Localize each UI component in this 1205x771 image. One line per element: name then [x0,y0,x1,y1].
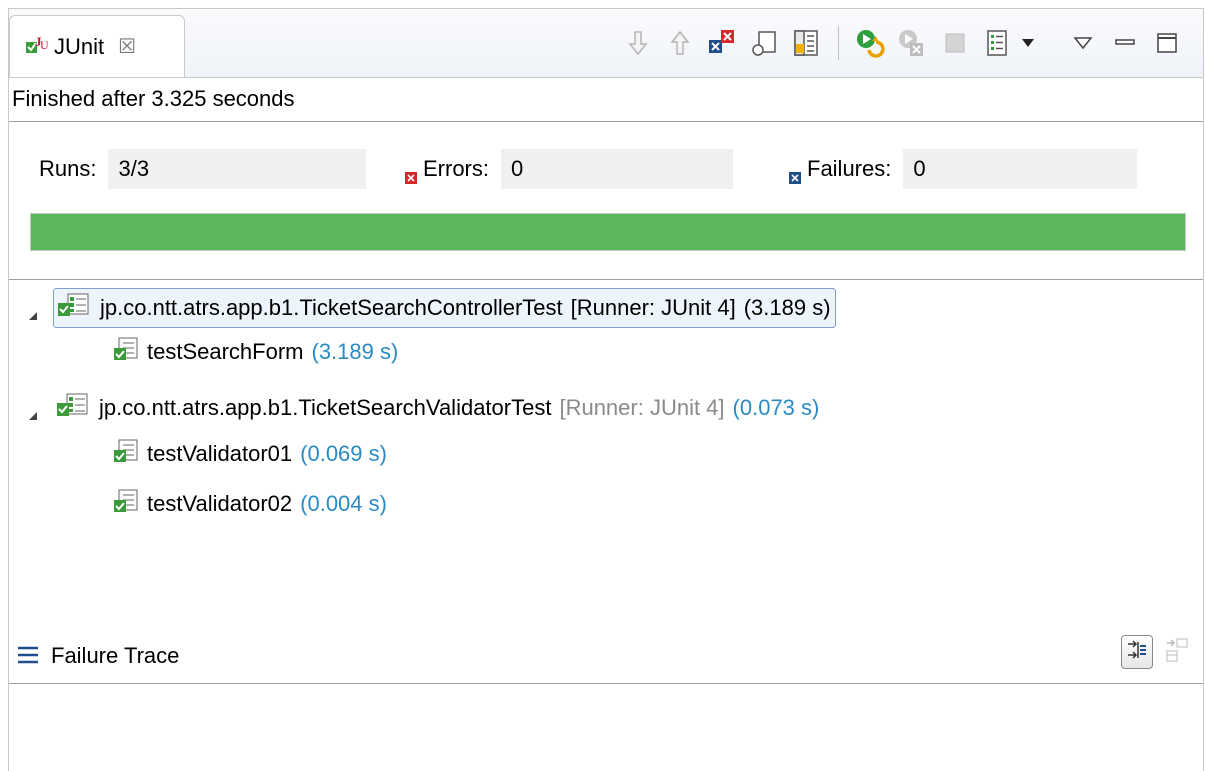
test-name: testSearchForm [147,339,304,364]
view-tab-bar: J U JUnit ☒ [9,9,1203,78]
test-passed-icon [113,438,139,470]
test-run-history-button[interactable] [979,25,1015,61]
suite-runner: [Runner: JUnit 4] [570,295,736,320]
stop-icon [943,31,967,55]
failure-trace-label: Failure Trace [51,643,180,668]
layout-icon [791,28,821,58]
toolbar-separator [838,26,839,60]
tab-junit[interactable]: J U JUnit ☒ [9,15,185,77]
suite-runner: [Runner: JUnit 4] [559,395,725,420]
arrow-down-icon [627,30,649,56]
compare-result-button[interactable] [1161,635,1193,669]
selected-suite-node[interactable]: jp.co.ntt.atrs.app.b1.TicketSearchContro… [53,288,836,328]
junit-view: J U JUnit ☒ Finished after 3.325 seconds… [8,8,1204,771]
failures-label: Failures: [807,156,892,181]
failure-icon [789,164,801,184]
test-name: testValidator02 [147,491,293,516]
minimize-icon [1114,37,1136,49]
expanded-twisty-icon[interactable] [27,402,39,420]
test-suite-icon [56,292,92,324]
divider [9,279,1203,280]
tab-title: JUnit [54,33,105,59]
arrow-up-icon [669,30,691,56]
test-name: testValidator01 [147,441,293,466]
suite-name: jp.co.ntt.atrs.app.b1.TicketSearchValida… [99,395,552,420]
tree-row-test[interactable]: testSearchForm (3.189 s) [113,331,398,373]
tree-row-test[interactable]: testValidator02 (0.004 s) [113,483,387,525]
stop-run-button[interactable] [937,25,973,61]
test-passed-icon [113,488,139,520]
test-counters: Runs: 3/3 Errors: 0 Failures: 0 [9,121,1203,201]
rerun-test-button[interactable] [853,25,889,61]
test-time: (0.004 s) [300,491,387,516]
history-dropdown[interactable] [1017,25,1039,61]
test-suite-icon [55,392,91,424]
rerun-failures-icon [897,28,929,58]
runs-counter: Runs: 3/3 [39,149,367,189]
tree-row-suite[interactable]: jp.co.ntt.atrs.app.b1.TicketSearchContro… [27,287,836,329]
rerun-icon [855,28,887,58]
maximize-icon [1156,32,1178,54]
errors-value: 0 [501,149,733,189]
status-message: Finished after 3.325 seconds [9,77,1203,122]
failure-trace-header: Failure Trace [9,629,1203,684]
view-menu-icon [1073,36,1093,50]
errors-counter: Errors: 0 [405,149,733,189]
scroll-lock-button[interactable] [746,25,782,61]
test-passed-icon [113,336,139,368]
failures-value: 0 [903,149,1138,189]
compare-icon [1165,637,1189,668]
dropdown-arrow-icon [1021,38,1035,48]
test-time: (0.069 s) [300,441,387,466]
runs-value: 3/3 [108,149,367,189]
runs-label: Runs: [39,156,97,181]
scroll-lock-icon [750,29,778,57]
layout-button[interactable] [788,25,824,61]
rerun-failures-first-button[interactable] [895,25,931,61]
tree-row-suite[interactable]: jp.co.ntt.atrs.app.b1.TicketSearchValida… [27,387,819,429]
suite-time: (3.189 s) [743,295,831,320]
view-menu-button[interactable] [1065,25,1101,61]
failures-counter: Failures: 0 [789,149,1138,189]
progress-fill [31,214,1185,250]
filter-stack-icon [1126,639,1148,666]
suite-name: jp.co.ntt.atrs.app.b1.TicketSearchContro… [100,295,563,320]
close-icon[interactable]: ☒ [118,34,136,59]
show-failures-only-button[interactable] [704,25,740,61]
tree-row-test[interactable]: testValidator01 (0.069 s) [113,433,387,475]
history-icon [985,29,1009,57]
error-icon [405,164,417,184]
filter-stack-trace-button[interactable] [1121,635,1153,669]
view-toolbar [614,23,1185,63]
errors-label: Errors: [423,156,489,181]
maximize-button[interactable] [1149,25,1185,61]
svg-text:U: U [40,38,48,52]
next-failure-button[interactable] [620,25,656,61]
suite-time: (0.073 s) [732,395,820,420]
test-time: (3.189 s) [311,339,399,364]
expanded-twisty-icon[interactable] [27,302,39,320]
junit-icon: J U [24,33,49,60]
stack-trace-icon [17,645,39,670]
previous-failure-button[interactable] [662,25,698,61]
minimize-button[interactable] [1107,25,1143,61]
failures-only-icon [707,28,737,58]
progress-bar [30,213,1186,251]
